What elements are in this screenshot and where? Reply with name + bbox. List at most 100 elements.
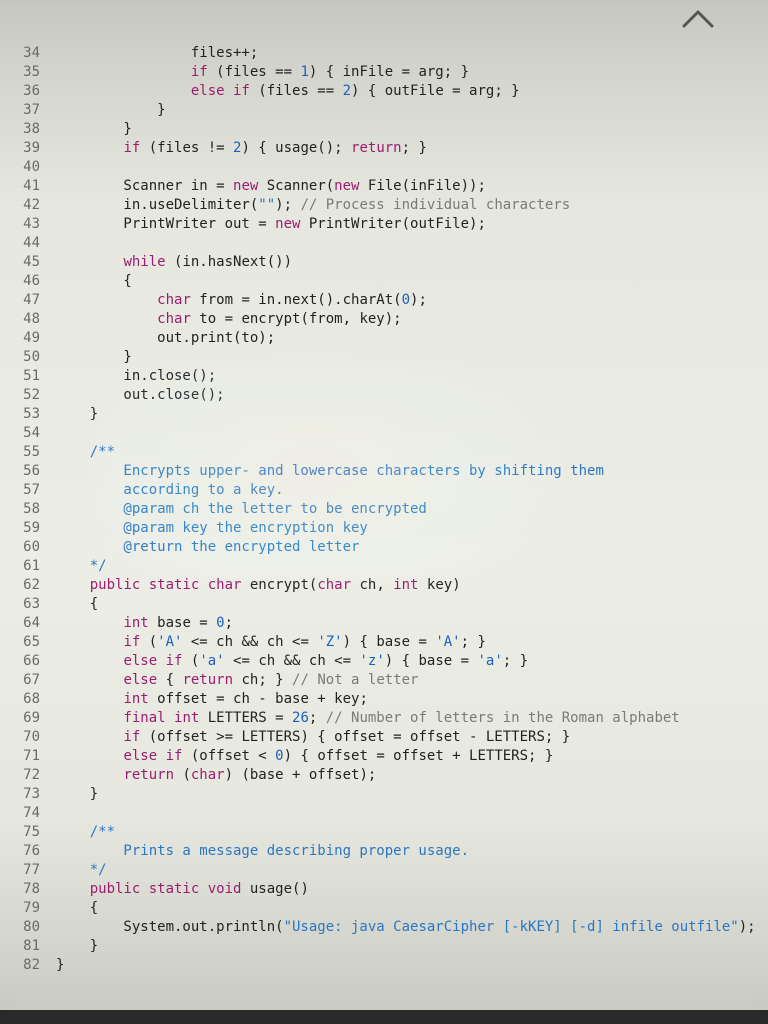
code-token: 2 [343,83,351,99]
code-token: to = encrypt(from, key); [191,311,402,327]
code-token: Scanner in = [56,178,233,194]
line-number: 45 [0,253,40,272]
code-token: @param ch the letter to be encrypted [56,501,427,517]
code-line [56,158,768,177]
code-line: } [56,937,768,956]
code-token: ) { base = [343,634,436,650]
collapse-caret[interactable] [668,0,728,38]
code-token: char [208,577,242,593]
code-token [56,729,123,745]
code-token [56,64,191,80]
code-line: out.print(to); [56,329,768,348]
code-token: ) { inFile = arg; } [309,64,469,80]
code-line: @return the encrypted letter [56,538,768,557]
code-token: 'Z' [317,634,342,650]
code-token: encrypt( [241,577,317,593]
code-line: System.out.println("Usage: java CaesarCi… [56,918,768,937]
code-token: { [56,900,98,916]
code-token [56,615,123,631]
code-token: @return the encrypted letter [56,539,359,555]
line-number: 75 [0,823,40,842]
code-line [56,234,768,253]
code-line: { [56,272,768,291]
code-token: ); [410,292,427,308]
line-number: 82 [0,956,40,975]
code-line: if (offset >= LETTERS) { offset = offset… [56,728,768,747]
code-line: */ [56,557,768,576]
code-line: else { return ch; } // Not a letter [56,671,768,690]
code-line: } [56,101,768,120]
code-line: Prints a message describing proper usage… [56,842,768,861]
code-token: Prints a message describing proper usage… [56,843,469,859]
code-token: char [317,577,351,593]
line-number: 74 [0,804,40,823]
code-token [56,748,123,764]
code-token: ) { base = [385,653,478,669]
line-number: 66 [0,652,40,671]
code-token: } [56,957,64,973]
line-number: 77 [0,861,40,880]
code-token: else if [191,83,250,99]
code-token [56,824,90,840]
line-number: 64 [0,614,40,633]
code-token: ) { outFile = arg; } [351,83,520,99]
code-token: else if [123,748,182,764]
code-token: LETTERS = [199,710,292,726]
line-number: 76 [0,842,40,861]
code-line: int base = 0; [56,614,768,633]
code-token: ) { usage(); [241,140,351,156]
code-token: <= ch && ch <= [225,653,360,669]
code-token: } [56,938,98,954]
code-token: } [56,406,98,422]
code-token: else [123,672,157,688]
code-token [56,254,123,270]
code-token: ) { offset = offset + LETTERS; } [284,748,554,764]
line-number: 38 [0,120,40,139]
code-line: files++; [56,44,768,63]
code-token: */ [56,558,107,574]
code-token: key) [418,577,460,593]
line-number: 69 [0,709,40,728]
code-line: } [56,956,768,975]
code-token: out.close(); [56,387,225,403]
code-line: } [56,348,768,367]
code-token: new [334,178,359,194]
line-number: 68 [0,690,40,709]
line-number: 40 [0,158,40,177]
code-token: "Usage: java CaesarCipher [-kKEY] [-d] i… [284,919,739,935]
code-line: } [56,785,768,804]
code-token: int [123,615,148,631]
editor-screenshot: 3435363738394041424344454647484950515253… [0,0,768,1024]
code-token [56,444,90,460]
code-line: else if ('a' <= ch && ch <= 'z') { base … [56,652,768,671]
code-token: PrintWriter out = [56,216,275,232]
line-number: 42 [0,196,40,215]
code-token: char [191,767,225,783]
code-token [56,140,123,156]
code-token: offset = ch - base + key; [149,691,368,707]
code-line: while (in.hasNext()) [56,253,768,272]
code-token: */ [56,862,107,878]
code-token: 26 [292,710,309,726]
code-token: while [123,254,165,270]
code-line: PrintWriter out = new PrintWriter(outFil… [56,215,768,234]
code-token: if [191,64,208,80]
code-token: else if [123,653,182,669]
code-token: from = in.next().charAt( [191,292,402,308]
code-token: out.print(to); [56,330,275,346]
code-token: ch; } [233,672,292,688]
line-number: 55 [0,443,40,462]
code-line: public static void usage() [56,880,768,899]
code-token: "" [258,197,275,213]
code-token: ( [182,653,199,669]
line-number: 39 [0,139,40,158]
code-token: // Process individual characters [300,197,570,213]
code-line: else if (offset < 0) { offset = offset +… [56,747,768,766]
code-token: 0 [275,748,283,764]
code-token: 'A' [435,634,460,650]
code-token [56,45,191,61]
code-token: 'a' [477,653,502,669]
code-token [56,767,123,783]
line-number: 44 [0,234,40,253]
line-number: 56 [0,462,40,481]
